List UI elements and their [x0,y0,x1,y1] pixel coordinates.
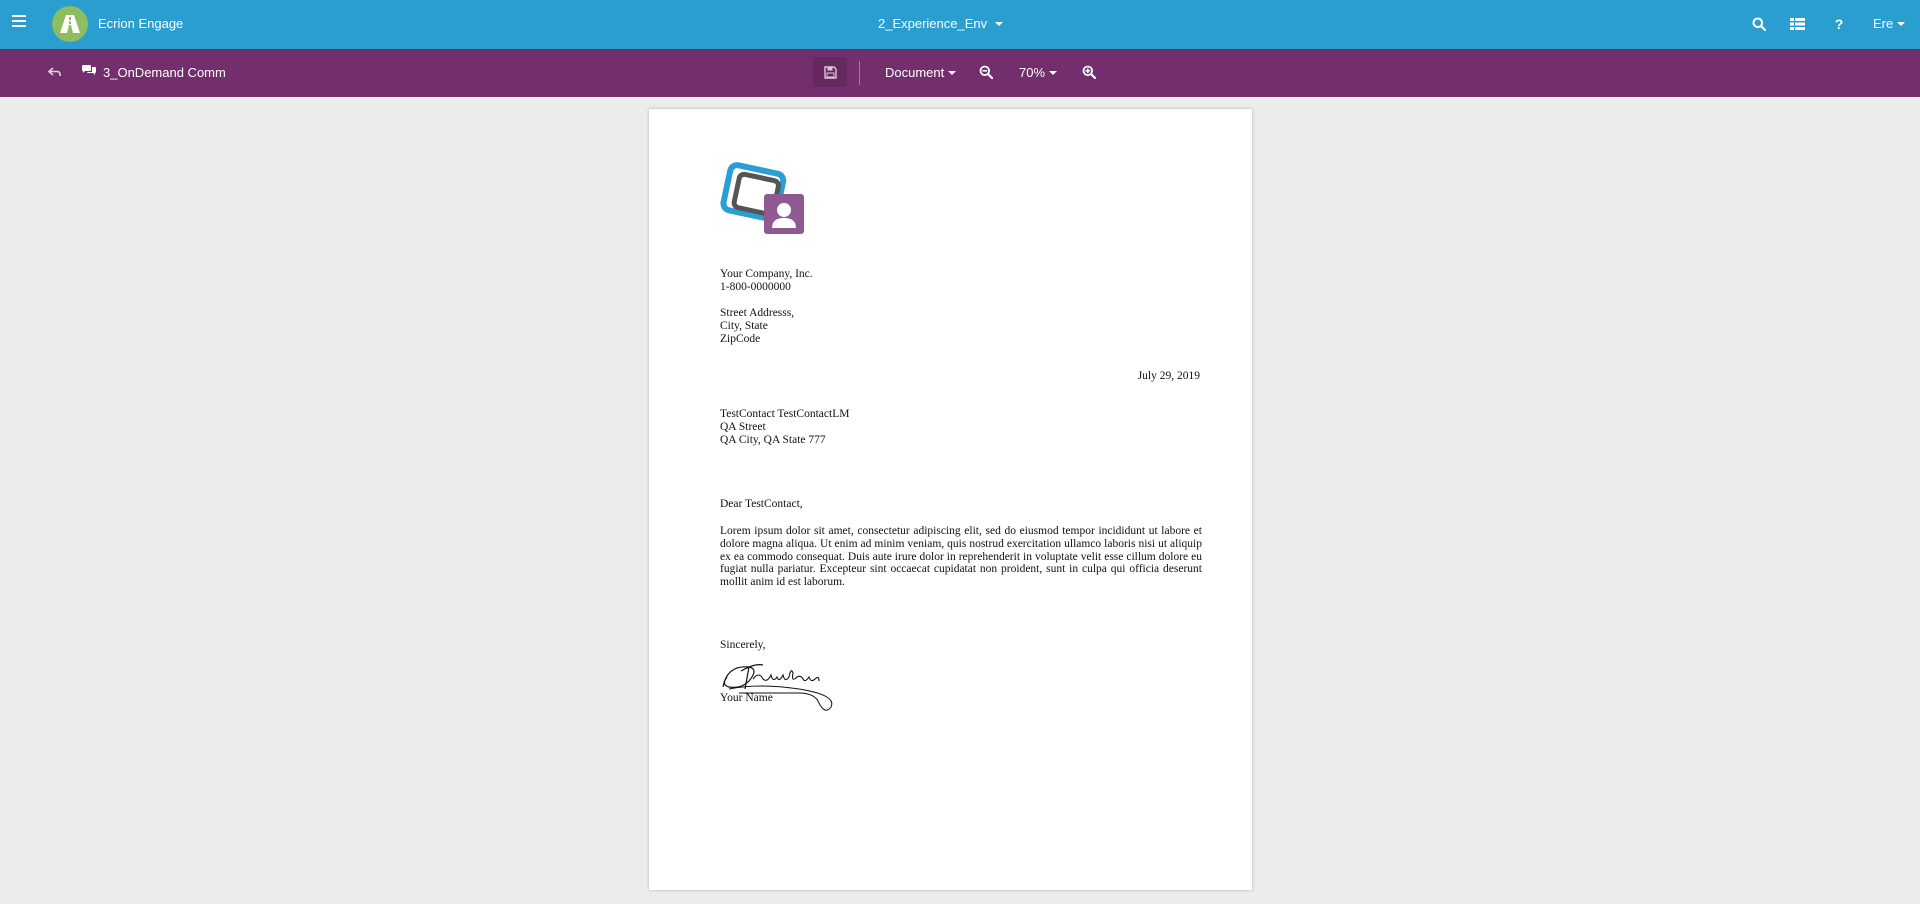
zoom-level-dropdown[interactable]: 70% [1019,65,1058,80]
address-city-state: City, State [720,319,768,332]
document-toolbar: 3_OnDemand Comm Document 70% [0,49,1920,97]
view-mode-label: Document [885,65,945,80]
view-mode-dropdown[interactable]: Document [885,65,957,80]
zoom-out-icon[interactable] [977,63,995,81]
search-icon[interactable] [1749,14,1769,34]
app-title[interactable]: Ecrion Engage [98,16,183,31]
recipient-address: TestContact TestContactLM QA Street QA C… [720,408,849,446]
menu-icon[interactable] [12,15,26,27]
company-address: Street Addresss, City, State ZipCode [720,307,794,345]
zoom-level-label: 70% [1019,65,1046,80]
help-icon[interactable]: ? [1829,14,1849,34]
communication-name: 3_OnDemand Comm [103,65,226,80]
address-zip: ZipCode [720,332,761,345]
top-navigation-bar: Ecrion Engage 2_Experience_Env ? Ere [0,0,1920,49]
back-icon[interactable] [47,65,64,81]
document-page: Your Company, Inc. 1-800-0000000 Street … [649,109,1252,890]
company-phone: 1-800-0000000 [720,280,791,293]
environment-label: 2_Experience_Env [878,16,988,31]
recipient-street: QA Street [720,420,766,433]
toolbar-divider [859,61,860,85]
comments-icon [82,65,96,80]
chevron-down-icon [1897,21,1906,26]
signature-image [722,664,833,711]
letter-body: Lorem ipsum dolor sit amet, consectetur … [720,525,1202,589]
chevron-down-icon [995,21,1004,26]
signer-name: Your Name [720,692,773,704]
environment-dropdown[interactable]: 2_Experience_Env [878,16,1004,31]
recipient-city: QA City, QA State 777 [720,433,826,446]
recipient-name: TestContact TestContactLM [720,408,850,420]
road-logo-icon [60,15,80,33]
user-name: Ere [1873,16,1894,31]
app-logo[interactable] [52,6,88,42]
closing: Sincerely, [720,639,766,651]
greeting: Dear TestContact, [720,498,803,510]
grid-icon[interactable] [1787,14,1807,34]
zoom-in-icon[interactable] [1080,63,1098,81]
save-button[interactable] [813,57,847,87]
communication-title: 3_OnDemand Comm [82,65,226,80]
user-menu[interactable]: Ere [1873,16,1906,31]
company-name: Your Company, Inc. [720,268,813,280]
company-logo [720,162,804,234]
chevron-down-icon [1049,70,1058,75]
letter-date: July 29, 2019 [1137,370,1200,382]
company-info: Your Company, Inc. 1-800-0000000 [720,268,813,294]
address-street: Street Addresss, [720,307,795,319]
chevron-down-icon [948,70,957,75]
save-icon [823,65,837,79]
